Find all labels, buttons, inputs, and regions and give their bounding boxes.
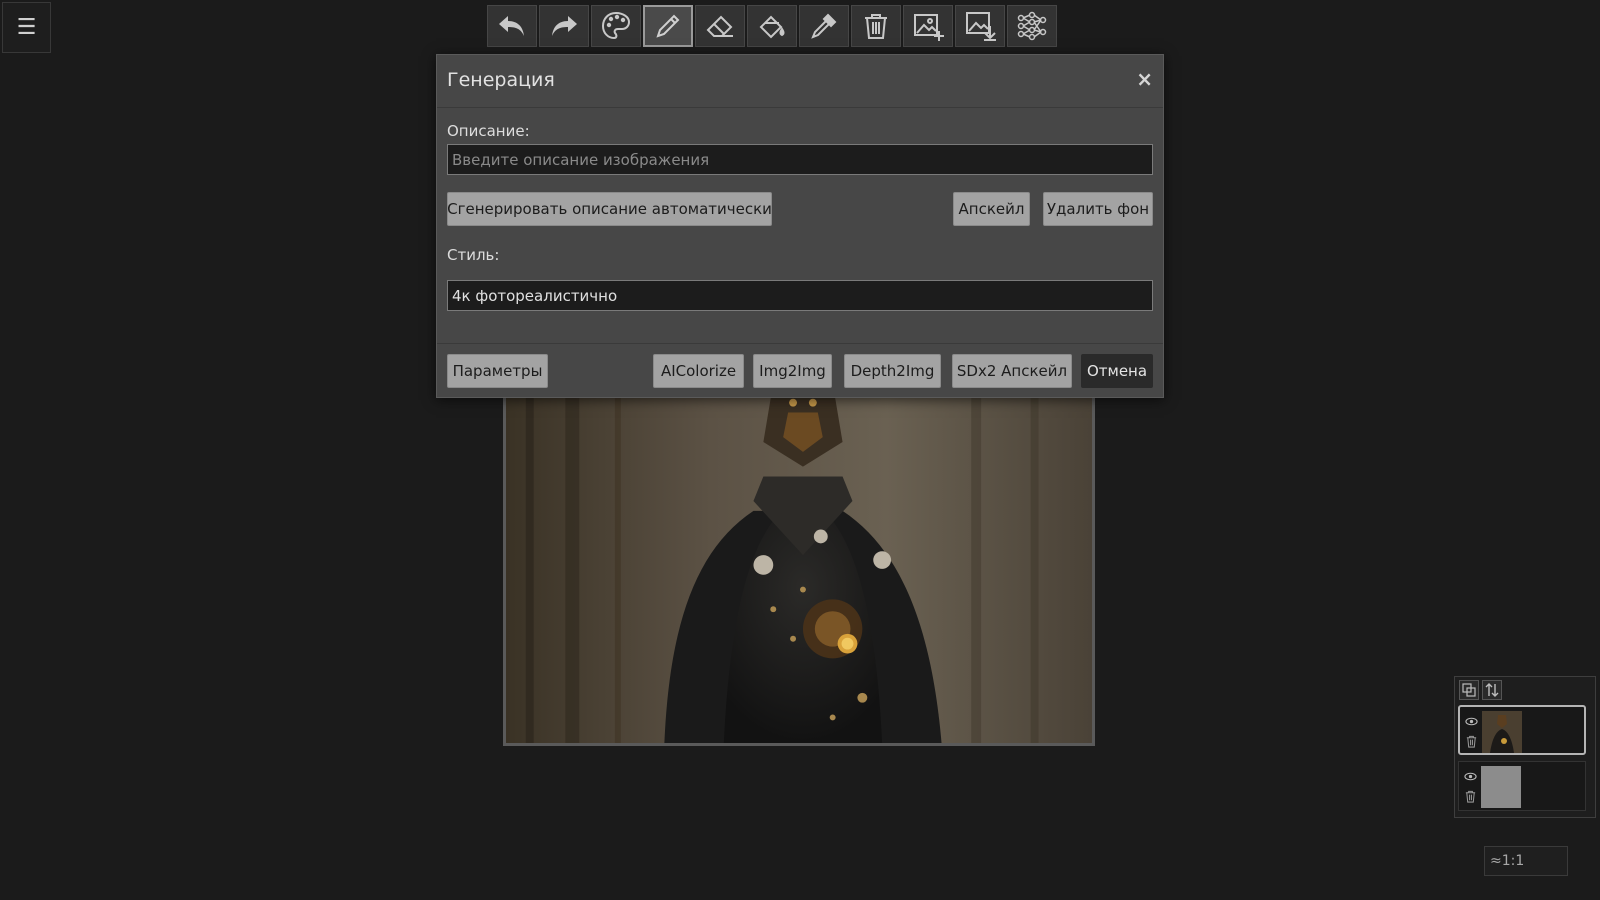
eraser-icon <box>706 15 733 37</box>
remove-background-button[interactable]: Удалить фон <box>1043 192 1153 226</box>
layer-controls <box>1462 711 1480 751</box>
description-input[interactable] <box>447 144 1153 175</box>
delete-layer-button[interactable] <box>1463 731 1479 751</box>
dialog-title: Генерация <box>447 69 555 91</box>
save-image-button[interactable] <box>955 5 1005 47</box>
merge-layers-button[interactable] <box>1459 680 1479 700</box>
trash-icon <box>1466 735 1476 748</box>
trash-icon <box>1465 790 1475 803</box>
canvas-artwork <box>506 383 1092 743</box>
eyedropper-button[interactable] <box>799 5 849 47</box>
canvas[interactable] <box>503 380 1095 746</box>
layer-item-1[interactable] <box>1458 705 1586 755</box>
add-image-button[interactable] <box>903 5 953 47</box>
layer-thumbnail-image <box>1482 711 1522 753</box>
description-label: Описание: <box>447 122 530 140</box>
pencil-button[interactable] <box>643 5 693 47</box>
paint-app: ☰ Генерация × Описание: Введите описание… <box>0 0 1600 900</box>
eye-icon <box>1463 772 1477 780</box>
visibility-toggle[interactable] <box>1462 766 1478 786</box>
eye-icon <box>1464 717 1478 725</box>
clear-button[interactable] <box>851 5 901 47</box>
layer-thumbnail <box>1482 711 1522 753</box>
hamburger-icon: ☰ <box>16 15 37 40</box>
aicolorize-button[interactable]: AIColorize <box>653 354 744 388</box>
download-image-icon <box>966 12 996 41</box>
layer-controls <box>1461 766 1479 806</box>
dialog-body: Описание: Сгенерировать описание автомат… <box>437 108 1163 344</box>
fill-button[interactable] <box>747 5 797 47</box>
generation-dialog: Генерация × Описание: Сгенерировать опис… <box>436 54 1164 398</box>
layer-item-2[interactable] <box>1458 761 1586 811</box>
swap-layers-button[interactable] <box>1482 680 1502 700</box>
layers-panel <box>1454 676 1596 818</box>
delete-layer-button[interactable] <box>1462 786 1478 806</box>
menu-button[interactable]: ☰ <box>2 2 51 53</box>
neural-network-icon <box>1017 11 1047 41</box>
img2img-button[interactable]: Img2Img <box>753 354 832 388</box>
cancel-button[interactable]: Отмена <box>1081 354 1153 388</box>
add-image-icon <box>914 14 944 41</box>
visibility-toggle[interactable] <box>1463 711 1479 731</box>
eraser-button[interactable] <box>695 5 745 47</box>
zoom-level[interactable]: ≈1:1 <box>1484 846 1568 876</box>
pencil-icon <box>656 14 680 38</box>
dialog-footer: Параметры AIColorize Img2Img Depth2Img S… <box>437 343 1163 398</box>
palette-button[interactable] <box>591 5 641 47</box>
trash-icon <box>865 14 887 39</box>
main-toolbar <box>487 5 1059 47</box>
auto-describe-button[interactable]: Сгенерировать описание автоматически <box>447 192 772 226</box>
redo-button[interactable] <box>539 5 589 47</box>
dialog-header: Генерация × <box>437 55 1163 108</box>
undo-button[interactable] <box>487 5 537 47</box>
undo-icon <box>499 16 524 36</box>
neural-network-button[interactable] <box>1007 5 1057 47</box>
swap-arrows-icon <box>1485 683 1499 697</box>
fill-bucket-icon <box>759 15 785 39</box>
layer-thumbnail <box>1481 766 1521 808</box>
merge-layers-icon <box>1462 683 1476 697</box>
sdx2-upscale-button[interactable]: SDx2 Апскейл <box>952 354 1072 388</box>
redo-icon <box>552 16 577 36</box>
style-label: Стиль: <box>447 246 500 264</box>
close-icon[interactable]: × <box>1136 67 1153 91</box>
layers-toolbar <box>1459 680 1505 700</box>
palette-icon <box>601 11 631 40</box>
parameters-button[interactable]: Параметры <box>447 354 548 388</box>
depth2img-button[interactable]: Depth2Img <box>844 354 941 388</box>
upscale-button[interactable]: Апскейл <box>953 192 1030 226</box>
eyedropper-icon <box>811 13 837 39</box>
style-input[interactable] <box>447 280 1153 311</box>
